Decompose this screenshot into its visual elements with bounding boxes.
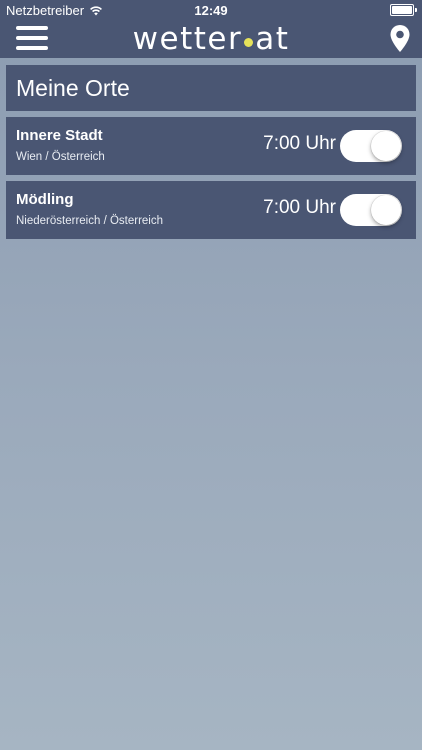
section-title: Meine Orte bbox=[16, 75, 130, 101]
notification-toggle[interactable] bbox=[340, 194, 402, 226]
notification-time[interactable]: 7:00 Uhr bbox=[263, 133, 336, 155]
status-right bbox=[390, 4, 417, 16]
map-pin-icon bbox=[390, 25, 410, 52]
location-row[interactable]: Mödling Niederösterreich / Österreich 7:… bbox=[6, 181, 416, 239]
location-region: Wien / Österreich bbox=[16, 151, 105, 163]
logo-dot bbox=[244, 38, 254, 47]
app-logo: wetter at bbox=[0, 21, 422, 57]
toggle-knob bbox=[371, 195, 401, 225]
logo-text-right: at bbox=[255, 21, 290, 57]
nav-bar: wetter at bbox=[0, 20, 422, 58]
logo-text-left: wetter bbox=[132, 21, 243, 57]
location-region: Niederösterreich / Österreich bbox=[16, 215, 163, 227]
battery-icon bbox=[390, 4, 417, 16]
location-name: Innere Stadt bbox=[16, 127, 103, 144]
toggle-knob bbox=[371, 131, 401, 161]
section-header: Meine Orte bbox=[6, 65, 416, 111]
status-time: 12:49 bbox=[194, 3, 228, 18]
location-row[interactable]: Innere Stadt Wien / Österreich 7:00 Uhr bbox=[6, 117, 416, 175]
notification-time[interactable]: 7:00 Uhr bbox=[263, 197, 336, 219]
notification-toggle[interactable] bbox=[340, 130, 402, 162]
status-bar: Netzbetreiber 12:49 bbox=[0, 0, 422, 20]
location-name: Mödling bbox=[16, 191, 74, 208]
location-button[interactable] bbox=[389, 24, 411, 54]
